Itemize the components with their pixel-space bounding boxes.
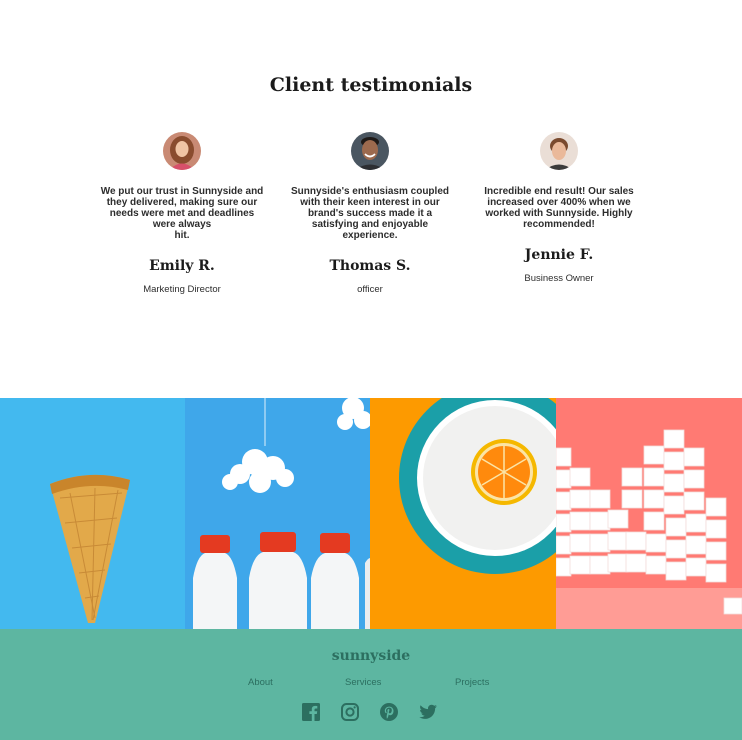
facebook-icon[interactable] — [301, 702, 321, 722]
testimonial-card: We put our trust in Sunnyside and they d… — [97, 132, 267, 295]
avatar — [163, 132, 201, 170]
testimonial-role: Marketing Director — [143, 284, 221, 295]
testimonial-author: Emily R. — [149, 258, 215, 274]
footer-link-about[interactable]: About — [248, 677, 273, 688]
footer-link-services[interactable]: Services — [345, 677, 381, 688]
avatar — [540, 132, 578, 170]
woman-hair-bun-avatar-icon — [540, 132, 578, 170]
gallery-image-waffle-cone — [0, 398, 185, 629]
woman-curly-hair-avatar-icon — [163, 132, 201, 170]
instagram-icon[interactable] — [340, 702, 360, 722]
testimonial-author: Jennie F. — [524, 247, 594, 263]
testimonial-card: Sunnyside's enthusiasm coupled with thei… — [285, 132, 455, 295]
testimonial-quote: We put our trust in Sunnyside and they d… — [100, 186, 264, 241]
footer-link-projects[interactable]: Projects — [455, 677, 489, 688]
site-footer: sunnyside About Services Projects — [0, 629, 742, 740]
gallery-image-sugar-cubes — [556, 398, 742, 629]
section-title: Client testimonials — [269, 74, 473, 96]
testimonial-quote: Incredible end result! Our sales increas… — [484, 186, 634, 230]
testimonial-card: Incredible end result! Our sales increas… — [474, 132, 644, 284]
twitter-icon[interactable] — [418, 702, 438, 722]
man-smiling-avatar-icon — [351, 132, 389, 170]
footer-brand-logo[interactable]: sunnyside — [0, 648, 742, 664]
testimonial-author: Thomas S. — [329, 258, 411, 274]
gallery-image-orange-plate — [370, 398, 556, 629]
testimonials-section: Client testimonials We put our trust in … — [0, 0, 742, 398]
avatar — [351, 132, 389, 170]
testimonial-role: officer — [357, 284, 383, 295]
pinterest-icon[interactable] — [379, 702, 399, 722]
testimonial-role: Business Owner — [524, 273, 594, 284]
testimonial-quote: Sunnyside's enthusiasm coupled with thei… — [291, 186, 449, 241]
image-gallery — [0, 398, 742, 629]
gallery-image-milk-bottles — [185, 398, 370, 629]
